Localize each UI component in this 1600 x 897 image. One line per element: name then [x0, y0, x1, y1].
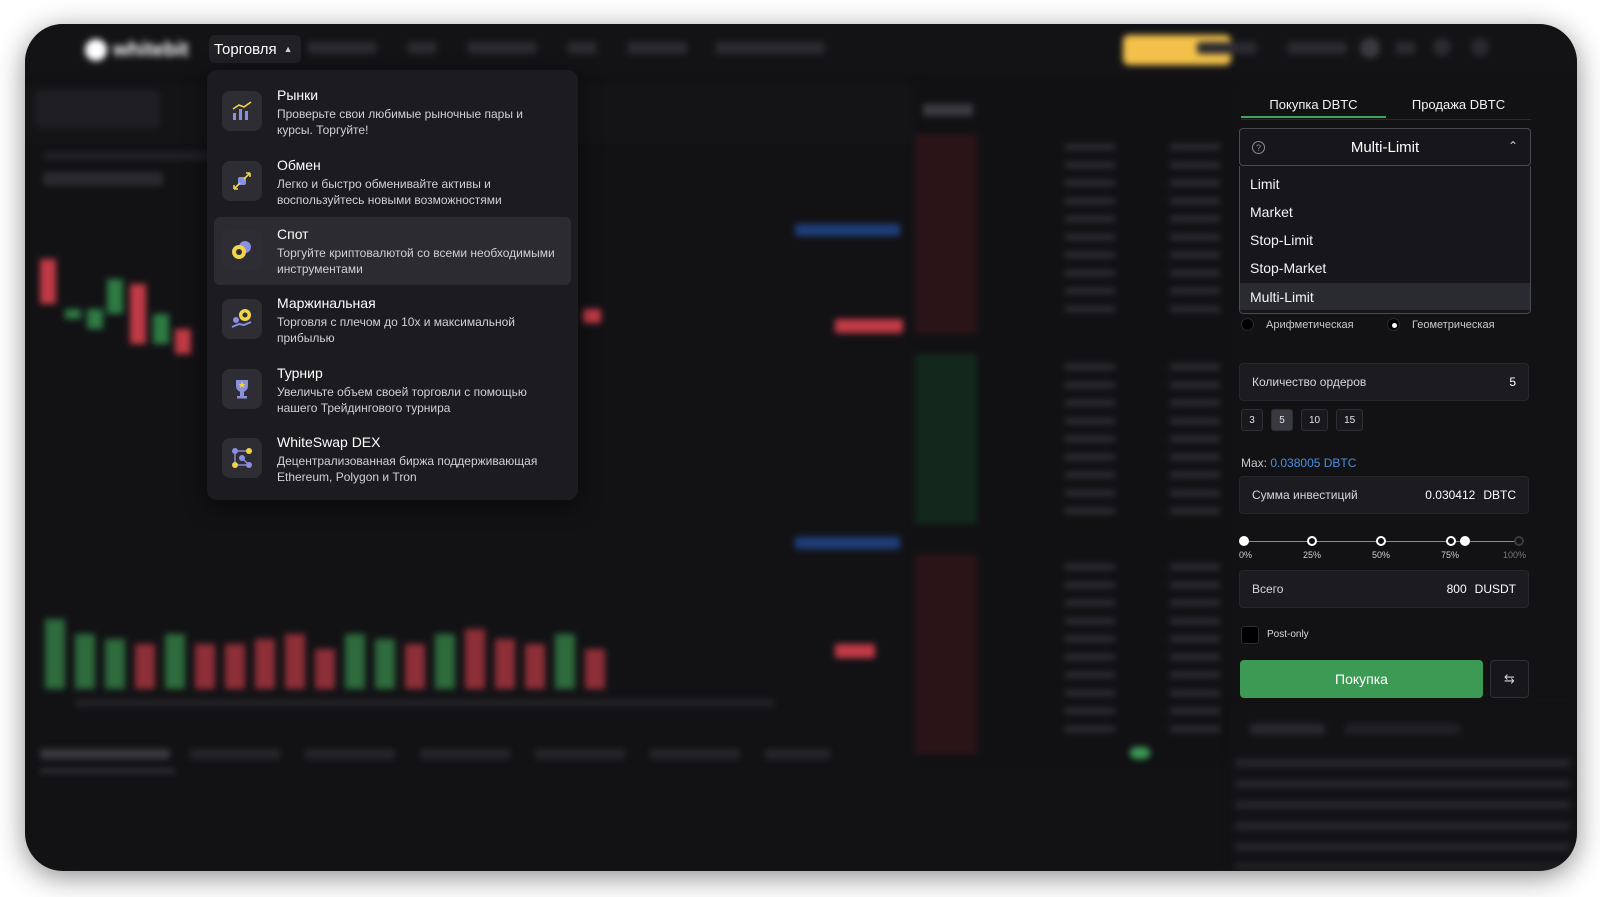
app-window: whitebit Торговля ▲ Рынки Проверьте свои… — [25, 24, 1577, 871]
option-multi-limit[interactable]: Multi-Limit — [1240, 283, 1530, 310]
trade-menu-label: Торговля — [214, 40, 277, 58]
menu-item-markets[interactable]: Рынки Проверьте свои любимые рыночные па… — [214, 78, 571, 146]
orders-count-value: 5 — [1509, 375, 1516, 389]
radio-geometric-label: Геометрическая — [1412, 319, 1495, 331]
radio-geometric[interactable] — [1387, 318, 1400, 331]
post-only-label: Post-only — [1267, 629, 1309, 640]
slider-mark-0[interactable] — [1239, 536, 1249, 546]
menu-item-desc: Легко и быстро обменивайте активы и восп… — [277, 177, 502, 207]
slider-label-0: 0% — [1239, 550, 1253, 560]
chip-10[interactable]: 10 — [1301, 409, 1329, 431]
trophy-icon — [222, 369, 262, 409]
menu-item-margin[interactable]: Маржинальная Торговля с плечом до 10х и … — [214, 286, 571, 354]
menu-item-title: Маржинальная — [277, 295, 376, 311]
slider-label-25: 25% — [1303, 550, 1322, 560]
orders-count-label: Количество ордеров — [1252, 375, 1367, 389]
menu-item-desc: Торгуйте криптовалютой со всеми необходи… — [277, 246, 555, 276]
order-type-options: Limit Market Stop-Limit Stop-Market Mult… — [1239, 166, 1531, 314]
order-type-value: Multi-Limit — [1350, 138, 1420, 156]
max-label: Max: — [1241, 456, 1268, 470]
investment-label: Сумма инвестиций — [1252, 488, 1358, 502]
bottom-tabs — [25, 744, 1225, 784]
tabs-divider — [1241, 119, 1531, 120]
swap-arrows-icon[interactable]: ⇆ — [1490, 660, 1529, 698]
menu-item-desc: Торговля с плечом до 10х и максимальной … — [277, 315, 516, 345]
menu-item-desc: Децентрализованная биржа поддерживающая … — [277, 454, 538, 484]
menu-item-title: Турнир — [277, 365, 323, 381]
network-icon — [222, 438, 262, 478]
menu-item-desc: Увеличьте объем своей торговли с помощью… — [277, 385, 527, 415]
distribution-radio-group: Арифметическая Геометрическая — [1241, 316, 1531, 336]
option-limit[interactable]: Limit — [1240, 170, 1530, 197]
slider-label-100: 100% — [1503, 550, 1527, 560]
info-block — [1230, 704, 1575, 869]
menu-item-spot[interactable]: Спот Торгуйте криптовалютой со всеми нео… — [214, 217, 571, 285]
side-tabs: Покупка DBTC Продажа DBTC — [1241, 88, 1531, 118]
menu-item-title: Рынки — [277, 87, 319, 103]
amount-slider[interactable]: 0% 25% 50% 75% 100% — [1239, 536, 1526, 566]
max-value[interactable]: 0.038005 DBTC — [1270, 456, 1356, 470]
total-value: 800 — [1446, 582, 1467, 596]
radio-arithmetic[interactable] — [1241, 318, 1254, 331]
orders-count-field[interactable]: Количество ордеров 5 — [1239, 363, 1529, 401]
slider-label-75: 75% — [1441, 550, 1460, 560]
slider-handle[interactable] — [1460, 536, 1470, 546]
total-field[interactable]: Всего 800 DUSDT — [1239, 570, 1529, 608]
slider-mark-50[interactable] — [1376, 536, 1386, 546]
option-stop-market[interactable]: Stop-Market — [1240, 254, 1530, 281]
buy-button[interactable]: Покупка — [1240, 660, 1483, 698]
menu-item-title: Обмен — [277, 157, 321, 173]
tab-sell[interactable]: Продажа DBTC — [1386, 88, 1531, 118]
coins-icon — [222, 230, 262, 270]
total-label: Всего — [1252, 582, 1284, 596]
post-only-checkbox[interactable] — [1241, 626, 1259, 644]
exchange-icon — [222, 161, 262, 201]
menu-item-desc: Проверьте свои любимые рыночные пары и к… — [277, 107, 524, 137]
slider-mark-100[interactable] — [1514, 536, 1524, 546]
chip-15[interactable]: 15 — [1336, 409, 1364, 431]
orders-count-chips: 3 5 10 15 — [1241, 409, 1364, 431]
slider-label-50: 50% — [1372, 550, 1391, 560]
investment-field[interactable]: Сумма инвестиций 0.030412 DBTC — [1239, 476, 1529, 514]
trade-panel: Покупка DBTC Продажа DBTC ? Multi-Limit … — [1231, 76, 1551, 706]
margin-icon — [222, 299, 262, 339]
trade-menu-trigger[interactable]: Торговля ▲ — [209, 35, 301, 63]
logo: whitebit — [85, 38, 190, 62]
menu-item-whiteswap[interactable]: WhiteSwap DEX Децентрализованная биржа п… — [214, 425, 571, 493]
slider-mark-25[interactable] — [1307, 536, 1317, 546]
trade-dropdown-menu: Рынки Проверьте свои любимые рыночные па… — [207, 70, 578, 500]
menu-item-exchange[interactable]: Обмен Легко и быстро обменивайте активы … — [214, 148, 571, 216]
chip-5[interactable]: 5 — [1271, 409, 1293, 431]
order-type-select[interactable]: ? Multi-Limit ⌃ — [1239, 128, 1531, 166]
slider-mark-75[interactable] — [1446, 536, 1456, 546]
max-amount: Max: 0.038005 DBTC — [1241, 456, 1356, 470]
order-book — [915, 84, 1230, 764]
menu-item-title: Спот — [277, 226, 309, 242]
investment-value: 0.030412 — [1425, 488, 1476, 502]
option-stop-limit[interactable]: Stop-Limit — [1240, 226, 1530, 253]
help-icon[interactable]: ? — [1252, 141, 1265, 154]
menu-item-title: WhiteSwap DEX — [277, 434, 381, 450]
radio-arithmetic-label: Арифметическая — [1266, 319, 1354, 331]
chip-3[interactable]: 3 — [1241, 409, 1263, 431]
investment-unit: DBTC — [1483, 488, 1516, 502]
chevron-up-icon: ⌃ — [1507, 139, 1518, 153]
chevron-up-icon: ▲ — [283, 44, 293, 54]
tab-buy[interactable]: Покупка DBTC — [1241, 88, 1386, 118]
option-market[interactable]: Market — [1240, 198, 1530, 225]
menu-item-tournament[interactable]: Турнир Увеличьте объем своей торговли с … — [214, 356, 571, 424]
chart-bars-icon — [222, 91, 262, 131]
total-unit: DUSDT — [1474, 582, 1516, 596]
